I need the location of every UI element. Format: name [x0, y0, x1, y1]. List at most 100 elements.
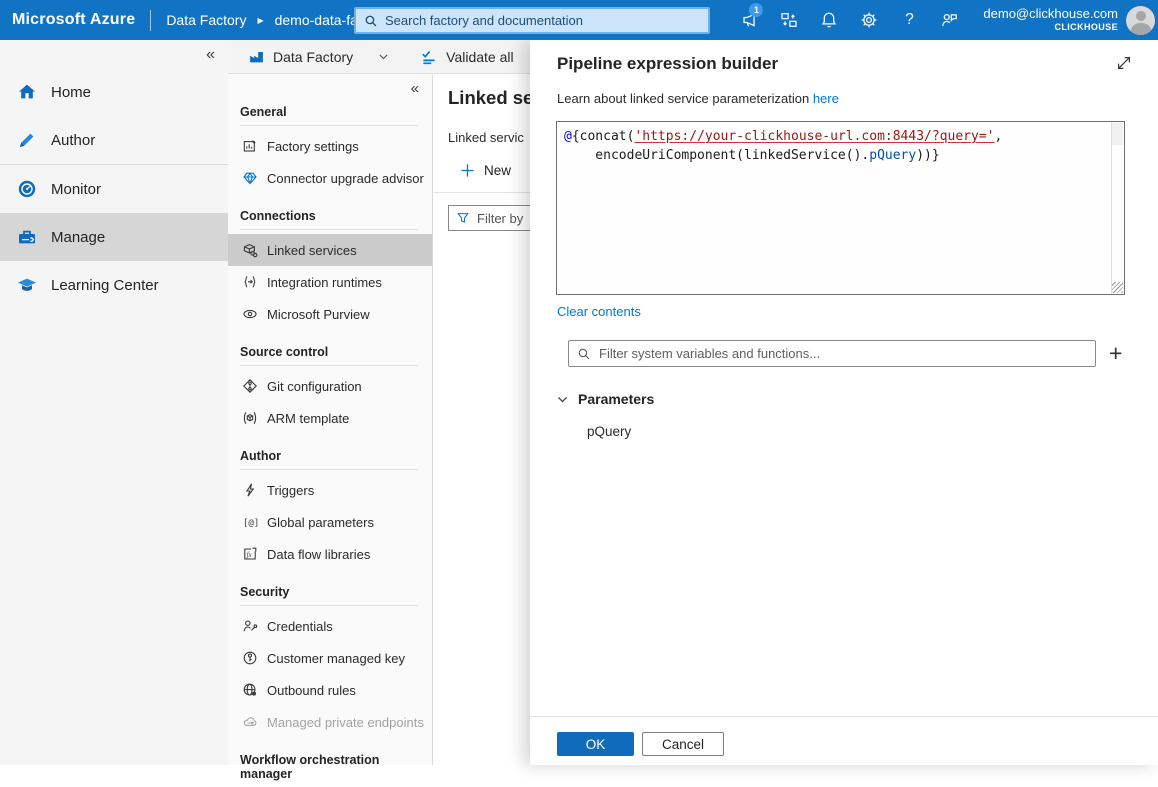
notifications-button[interactable]	[809, 0, 849, 40]
ok-button[interactable]: OK	[557, 732, 634, 756]
collapse-sidebar-icon[interactable]: «	[411, 80, 419, 97]
chevron-down-icon[interactable]	[377, 50, 390, 63]
nav-item-monitor[interactable]: Monitor	[0, 165, 228, 213]
resize-grip-icon[interactable]	[1112, 282, 1123, 293]
help-button[interactable]: ?	[889, 0, 929, 40]
breadcrumb-app[interactable]: Data Factory	[166, 12, 246, 28]
factory-settings-icon	[242, 138, 258, 154]
announcements-button[interactable]: 1	[729, 0, 769, 40]
functions-filter-row: +	[568, 340, 1158, 368]
azure-brand[interactable]: Microsoft Azure	[12, 11, 135, 29]
section-header-security: Security	[240, 585, 418, 606]
account-info[interactable]: demo@clickhouse.com CLICKHOUSE	[983, 7, 1118, 32]
collapse-nav-icon[interactable]: «	[206, 46, 215, 64]
toolbox-icon	[17, 227, 37, 247]
sidebar-item-label: Linked services	[267, 243, 357, 258]
credentials-icon	[242, 618, 258, 634]
avatar[interactable]	[1126, 6, 1155, 35]
sidebar-item-label: Connector upgrade advisor	[267, 171, 424, 186]
nav-item-label: Monitor	[51, 181, 101, 198]
functions-filter-box[interactable]	[568, 340, 1096, 367]
switch-button[interactable]	[769, 0, 809, 40]
editor-scrollbar[interactable]	[1111, 122, 1112, 294]
factory-icon	[248, 48, 265, 65]
validate-all-label: Validate all	[446, 49, 513, 65]
code-token: @	[564, 129, 572, 144]
plus-icon: +	[1109, 340, 1122, 366]
sidebar-item-label: Git configuration	[267, 379, 362, 394]
clear-contents-link[interactable]: Clear contents	[557, 304, 641, 319]
sidebar-item-label: Credentials	[267, 619, 333, 634]
expression-editor[interactable]: @{concat('https://your-clickhouse-url.co…	[556, 121, 1125, 295]
chevron-down-icon	[556, 393, 569, 406]
sidebar-item-git-configuration[interactable]: Git configuration	[228, 370, 432, 402]
manage-sidebar: « General Factory settings Connector upg…	[228, 75, 433, 765]
expand-icon	[1115, 54, 1133, 72]
globe-icon	[242, 682, 258, 698]
here-link[interactable]: here	[813, 91, 839, 106]
sidebar-item-arm-template[interactable]: ARM template	[228, 402, 432, 434]
nav-item-label: Home	[51, 84, 91, 101]
settings-button[interactable]	[849, 0, 889, 40]
section-header-source-control: Source control	[240, 345, 418, 366]
sidebar-item-connector-upgrade-advisor[interactable]: Connector upgrade advisor	[228, 162, 432, 194]
sidebar-item-managed-private-endpoints[interactable]: Managed private endpoints	[228, 706, 432, 738]
pencil-icon	[17, 130, 37, 150]
code-line: @{concat('https://your-clickhouse-url.co…	[564, 127, 1102, 146]
sidebar-item-label: Triggers	[267, 483, 314, 498]
git-branch-icon	[242, 378, 258, 394]
info-text: Learn about linked service parameterizat…	[557, 91, 813, 106]
sidebar-item-integration-runtimes[interactable]: Integration runtimes	[228, 266, 432, 298]
sidebar-item-label: Integration runtimes	[267, 275, 382, 290]
sidebar-item-customer-managed-key[interactable]: Customer managed key	[228, 642, 432, 674]
sidebar-item-microsoft-purview[interactable]: Microsoft Purview	[228, 298, 432, 330]
pipeline-expression-builder-dialog: Pipeline expression builder Learn about …	[530, 40, 1158, 765]
arm-template-icon	[242, 410, 258, 426]
validate-all-icon	[420, 48, 438, 66]
search-icon	[364, 14, 378, 28]
code-token: 'https://your-clickhouse-url.com:8443/?q…	[634, 129, 994, 144]
sidebar-item-factory-settings[interactable]: Factory settings	[228, 130, 432, 162]
gauge-icon	[17, 179, 37, 199]
account-org: CLICKHOUSE	[983, 22, 1118, 32]
add-parameter-button[interactable]: +	[1109, 339, 1122, 367]
factory-selector[interactable]: Data Factory	[248, 48, 353, 65]
sidebar-item-global-parameters[interactable]: [@] Global parameters	[228, 506, 432, 538]
code-token: encodeUriComponent(linkedService().	[564, 148, 869, 163]
dialog-footer: OK Cancel	[530, 716, 1158, 765]
code-token: ,	[994, 129, 1002, 144]
feedback-button[interactable]	[929, 0, 969, 40]
nav-item-learning-center[interactable]: Learning Center	[0, 261, 228, 309]
top-bar: Microsoft Azure Data Factory ▶ demo-data…	[0, 0, 1158, 40]
validate-all-button[interactable]: Validate all	[420, 48, 513, 66]
cancel-button[interactable]: Cancel	[642, 732, 724, 756]
gear-icon	[860, 11, 878, 29]
parameters-section-toggle[interactable]: Parameters	[556, 391, 1158, 407]
sidebar-item-outbound-rules[interactable]: Outbound rules	[228, 674, 432, 706]
svg-text:[@]: [@]	[243, 519, 258, 529]
plus-icon	[460, 163, 475, 178]
sidebar-item-data-flow-libraries[interactable]: fx Data flow libraries	[228, 538, 432, 570]
code-token: ))}	[916, 148, 939, 163]
new-button-label: New	[484, 163, 511, 178]
sidebar-item-triggers[interactable]: Triggers	[228, 474, 432, 506]
parameter-pquery[interactable]: pQuery	[587, 424, 631, 439]
code-token: pQuery	[869, 148, 916, 163]
editor-scrollbar-thumb[interactable]	[1112, 123, 1123, 145]
factory-selector-label: Data Factory	[273, 49, 353, 65]
sidebar-item-credentials[interactable]: Credentials	[228, 610, 432, 642]
global-parameters-icon: [@]	[242, 514, 258, 530]
managed-key-icon	[242, 650, 258, 666]
sidebar-item-label: Factory settings	[267, 139, 359, 154]
nav-item-manage[interactable]: Manage	[0, 213, 228, 261]
help-icon: ?	[905, 11, 914, 29]
functions-filter-input[interactable]	[599, 346, 1095, 361]
sidebar-item-linked-services[interactable]: Linked services	[228, 234, 432, 266]
sidebar-item-label: Global parameters	[267, 515, 374, 530]
nav-item-home[interactable]: Home	[0, 68, 228, 116]
fx-library-icon: fx	[242, 546, 258, 562]
global-search[interactable]	[354, 7, 710, 34]
expand-dialog-button[interactable]	[1115, 54, 1133, 77]
search-input[interactable]	[385, 13, 708, 28]
nav-item-author[interactable]: Author	[0, 116, 228, 164]
